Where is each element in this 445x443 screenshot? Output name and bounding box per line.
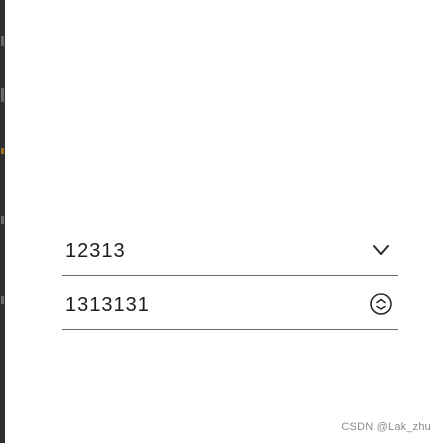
list-item-text: 1313131 — [65, 294, 150, 316]
strip-mark — [1, 36, 4, 46]
circle-up-down-icon[interactable] — [368, 291, 394, 317]
chevron-down-icon[interactable] — [368, 237, 394, 263]
list-item[interactable]: 1313131 — [62, 284, 398, 330]
screen: 12313 1313131 CSDN @Lak_zhu — [0, 0, 445, 443]
strip-mark — [1, 148, 4, 154]
strip-mark — [1, 296, 4, 304]
watermark: CSDN @Lak_zhu — [341, 421, 431, 433]
list-item[interactable]: 12313 — [62, 230, 398, 276]
list-item-text: 12313 — [65, 240, 126, 262]
strip-mark — [1, 216, 4, 224]
strip-mark — [1, 88, 4, 102]
left-edge-strip — [0, 0, 5, 443]
